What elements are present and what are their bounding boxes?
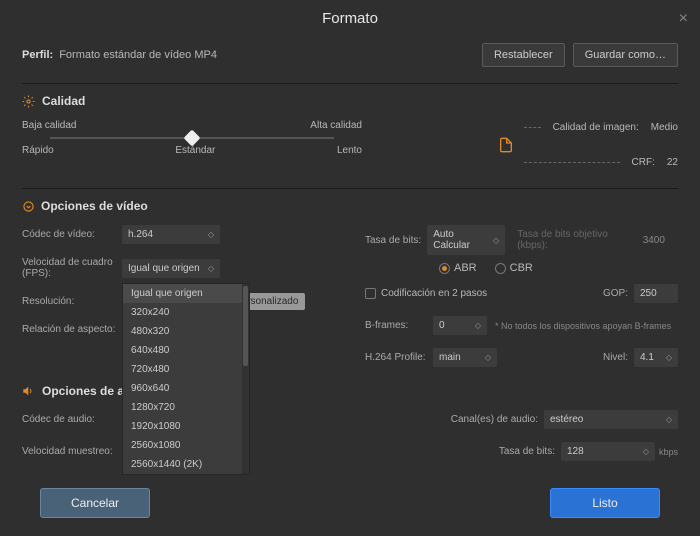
chevron-down-icon[interactable]	[22, 200, 34, 212]
bitrate-select[interactable]: Auto Calcular◇	[427, 225, 505, 255]
bitrate-label: Tasa de bits:	[365, 235, 427, 246]
standard-label: Estándar	[175, 145, 215, 156]
audio-bitrate-label: Tasa de bits:	[499, 446, 555, 457]
dialog-title: Formato	[0, 0, 700, 43]
cbr-radio[interactable]: CBR	[495, 262, 533, 274]
quality-slider[interactable]	[50, 137, 334, 139]
kbps-unit: kbps	[659, 447, 678, 457]
h264-profile-select[interactable]: main◇	[433, 348, 497, 367]
profile-label: Perfil:	[22, 49, 53, 61]
channels-select[interactable]: estéreo◇	[544, 410, 678, 429]
restore-button[interactable]: Restablecer	[482, 43, 565, 67]
sound-icon	[22, 385, 35, 398]
resolution-option[interactable]: 1920x1080	[123, 417, 249, 436]
target-bitrate-input[interactable]: 3400	[637, 231, 678, 250]
slow-label: Lento	[337, 145, 362, 156]
resolution-option[interactable]: Igual que origen	[123, 284, 249, 303]
bframes-select[interactable]: 0◇	[433, 316, 487, 335]
bframes-label: B-frames:	[365, 320, 433, 331]
done-button[interactable]: Listo	[550, 488, 660, 518]
close-icon[interactable]: ×	[679, 10, 688, 28]
target-bitrate-label: Tasa de bits objetivo (kbps):	[517, 229, 631, 251]
level-select[interactable]: 4.1◇	[634, 348, 678, 367]
divider	[22, 83, 678, 84]
audio-codec-label: Códec de audio:	[22, 414, 122, 425]
save-as-button[interactable]: Guardar como…	[573, 43, 678, 67]
slider-thumb[interactable]	[184, 130, 201, 147]
high-quality-label: Alta calidad	[310, 120, 362, 131]
twopass-checkbox[interactable]	[365, 288, 376, 299]
bframes-note: * No todos los dispositivos apoyan B-fra…	[495, 321, 671, 331]
fps-label: Velocidad de cuadro (FPS):	[22, 257, 122, 279]
resolution-option[interactable]: 480x320	[123, 322, 249, 341]
sample-rate-label: Velocidad muestreo:	[22, 446, 122, 457]
resolution-dropdown[interactable]: Igual que origen320x240480x320640x480720…	[122, 283, 250, 475]
low-quality-label: Baja calidad	[22, 120, 76, 131]
audio-bitrate-select[interactable]: 128◇	[561, 442, 655, 461]
fps-select[interactable]: Igual que origen◇	[122, 259, 220, 278]
resolution-option[interactable]: 960x640	[123, 379, 249, 398]
divider	[22, 188, 678, 189]
video-codec-label: Códec de vídeo:	[22, 229, 122, 240]
resolution-label: Resolución:	[22, 296, 122, 307]
aspect-label: Relación de aspecto:	[22, 324, 122, 335]
cancel-button[interactable]: Cancelar	[40, 488, 150, 518]
twopass-label: Codificación en 2 pasos	[381, 288, 487, 299]
resolution-option[interactable]: 640x480	[123, 341, 249, 360]
scrollbar[interactable]	[242, 284, 249, 474]
resolution-option[interactable]: 2560x1080	[123, 436, 249, 455]
resolution-option[interactable]: 2560x1440 (2K)	[123, 455, 249, 474]
video-codec-select[interactable]: h.264◇	[122, 225, 220, 244]
channels-label: Canal(es) de audio:	[451, 414, 538, 425]
fast-label: Rápido	[22, 145, 54, 156]
abr-radio[interactable]: ABR	[439, 262, 477, 274]
profile-value: Formato estándar de vídeo MP4	[59, 49, 217, 61]
resolution-option[interactable]: 720x480	[123, 360, 249, 379]
crf-value: 22	[667, 157, 678, 168]
image-quality-label: Calidad de imagen:	[553, 122, 639, 133]
video-options-heading: Opciones de vídeo	[41, 199, 148, 213]
gop-label: GOP:	[603, 288, 628, 299]
gop-input[interactable]: 250	[634, 284, 678, 303]
image-quality-value: Medio	[651, 122, 678, 133]
file-icon	[498, 135, 514, 155]
quality-heading: Calidad	[42, 94, 85, 108]
resolution-option[interactable]: 1280x720	[123, 398, 249, 417]
gear-icon	[22, 95, 35, 108]
crf-label: CRF:	[632, 157, 655, 168]
level-label: Nivel:	[603, 352, 628, 363]
resolution-option[interactable]: 320x240	[123, 303, 249, 322]
h264-profile-label: H.264 Profile:	[365, 352, 433, 363]
